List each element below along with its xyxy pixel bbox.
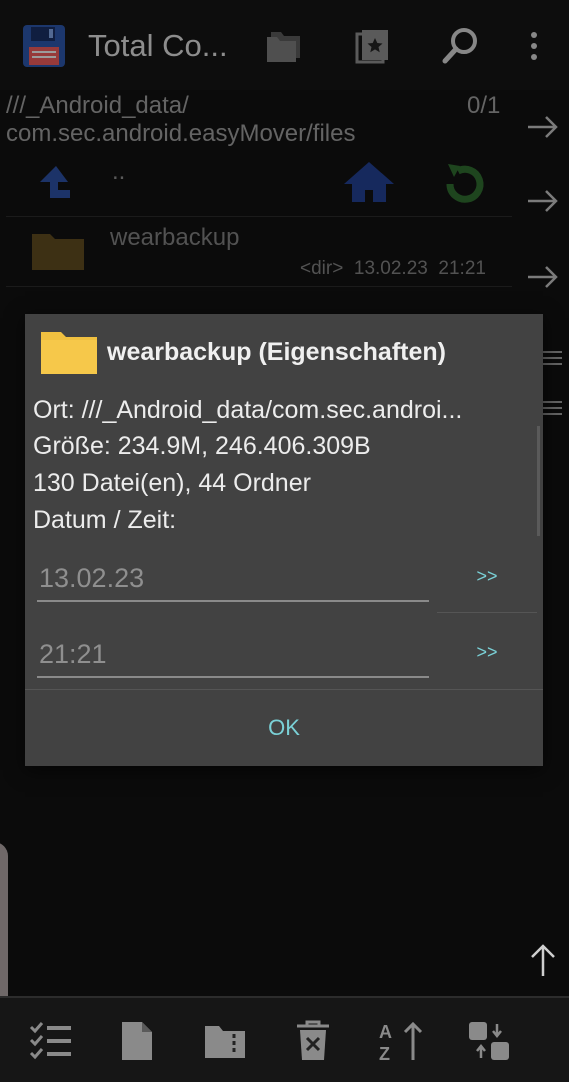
time-set-button[interactable]: >> <box>437 617 537 687</box>
time-value: 21:21 <box>39 639 107 669</box>
divider <box>437 612 537 613</box>
svg-text:Z: Z <box>379 1044 390 1062</box>
properties-dialog: wearbackup (Eigenschaften) Ort: ///_Andr… <box>25 314 543 766</box>
dialog-scrollbar[interactable] <box>537 426 540 536</box>
location-text: Ort: ///_Android_data/com.sec.androi... <box>33 396 463 424</box>
swap-panels-icon[interactable] <box>464 1016 514 1066</box>
zip-folder-icon[interactable] <box>200 1016 250 1066</box>
bottom-toolbar: A Z <box>0 996 569 1082</box>
edge-panel-handle[interactable] <box>0 842 8 1012</box>
date-value: 13.02.23 <box>39 563 145 593</box>
counts-text: 130 Datei(en), 44 Ordner <box>33 469 311 497</box>
svg-text:A: A <box>379 1022 392 1042</box>
time-field[interactable]: 21:21 <box>37 636 429 678</box>
date-set-button[interactable]: >> <box>437 541 537 611</box>
dialog-title: wearbackup (Eigenschaften) <box>107 338 446 366</box>
select-list-icon[interactable] <box>26 1016 76 1066</box>
datetime-label: Datum / Zeit: <box>33 506 177 534</box>
ok-button[interactable]: OK <box>25 690 543 766</box>
delete-icon[interactable] <box>288 1016 338 1066</box>
scroll-top-arrow-icon[interactable] <box>528 942 558 978</box>
sort-az-icon[interactable]: A Z <box>376 1016 426 1066</box>
date-field[interactable]: 13.02.23 <box>37 560 429 602</box>
folder-icon <box>39 326 99 376</box>
size-text: Größe: 234.9M, 246.406.309B <box>33 432 371 460</box>
new-file-icon[interactable] <box>112 1016 162 1066</box>
